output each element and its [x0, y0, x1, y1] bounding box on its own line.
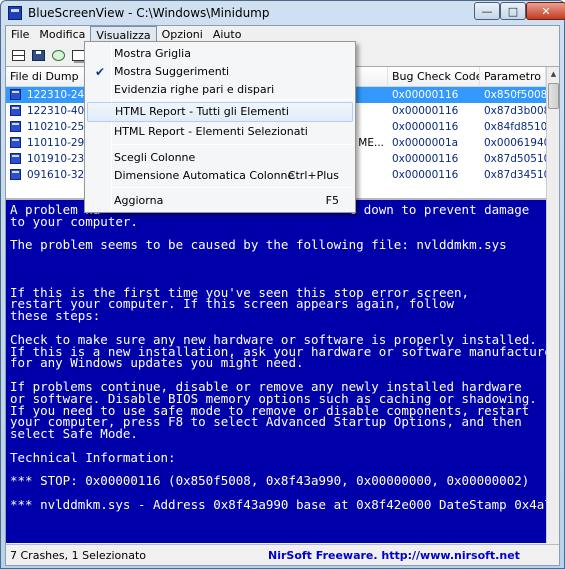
cell-param1: 0x87d34510	[484, 169, 546, 181]
menu-item-evidenzia-righe-pari-e-dispari[interactable]: Evidenzia righe pari e dispari	[87, 80, 353, 100]
dump-file-icon	[10, 89, 21, 100]
status-bar: 7 Crashes, 1 Selezionato NirSoft Freewar…	[6, 544, 559, 565]
dump-file-icon	[10, 137, 21, 148]
preview-scrollbar[interactable]	[546, 198, 559, 543]
close-button[interactable]: ✕	[526, 2, 565, 20]
app-icon	[8, 6, 22, 20]
menu-item-scegli-colonne[interactable]: Scegli Colonne	[87, 148, 353, 168]
visualizza-menu: Mostra Griglia ✔ Mostra Suggerimenti Eviden…	[84, 41, 356, 213]
close-icon: ✕	[541, 4, 551, 18]
cell-param1: 0x850f5008	[480, 87, 546, 103]
menu-separator	[113, 144, 353, 145]
window-title: BlueScreenView - C:\Windows\Minidump	[28, 6, 270, 20]
menu-item-mostra-suggerimenti[interactable]: ✔ Mostra Suggerimenti	[87, 62, 353, 82]
minimize-icon: —	[481, 4, 493, 18]
dump-file-icon	[10, 153, 21, 164]
menu-item-shortcut: F5	[325, 194, 339, 207]
menu-item-shortcut: Ctrl+Plus	[287, 169, 339, 182]
dump-file-icon	[10, 105, 21, 116]
menu-separator	[113, 99, 353, 100]
column-header-bug-check[interactable]: Bug Check Code	[388, 67, 480, 87]
dump-file-icon	[10, 169, 21, 180]
toolbar-save-button[interactable]	[30, 47, 47, 64]
cell-param1: 0x00061940	[484, 137, 546, 149]
app-window: BlueScreenView - C:\Windows\Minidump — □…	[0, 0, 565, 569]
menu-item-label: HTML Report - Elementi Selezionati	[114, 125, 308, 138]
title-bar[interactable]: BlueScreenView - C:\Windows\Minidump — □…	[1, 1, 565, 25]
menu-item-html-report-elementi-selezionati[interactable]: HTML Report - Elementi Selezionati	[87, 122, 353, 142]
menu-file[interactable]: File	[6, 26, 34, 44]
cell-bug-check: 0x00000116	[392, 105, 459, 117]
cell-bug-check: 0x00000116	[392, 121, 459, 133]
menu-item-label: Dimensione Automatica Colonne	[114, 169, 295, 182]
scroll-thumb[interactable]	[548, 83, 559, 109]
save-icon	[32, 49, 45, 61]
menu-item-label: Mostra Griglia	[114, 47, 191, 60]
menu-item-label: Evidenzia righe pari e dispari	[114, 83, 275, 96]
menu-item-dimensione-automatica-colonne[interactable]: Dimensione Automatica Colonne Ctrl+Plus	[87, 166, 353, 186]
bsod-preview-pane: A problem ha t down to prevent damage to…	[6, 198, 559, 543]
refresh-icon	[52, 49, 65, 61]
nirsoft-link[interactable]: NirSoft Freeware. http://www.nirsoft.net	[256, 549, 520, 562]
status-count: 7 Crashes, 1 Selezionato	[10, 548, 147, 562]
menu-item-label: Scegli Colonne	[114, 151, 196, 164]
menu-item-label: HTML Report - Tutti gli Elementi	[115, 105, 289, 118]
menu-item-label: Aggiorna	[114, 194, 164, 207]
minimize-button[interactable]: —	[474, 2, 500, 20]
properties-icon	[12, 49, 25, 61]
menu-item-html-report-tutti-gli-elementi[interactable]: HTML Report - Tutti gli Elementi	[87, 102, 353, 122]
cell-param1: 0x84fd8510	[484, 121, 546, 133]
menu-modifica[interactable]: Modifica	[34, 26, 90, 44]
cell-param1: 0x87d50510	[484, 153, 546, 165]
dump-file-icon	[10, 121, 21, 132]
maximize-icon: □	[507, 4, 519, 18]
menu-item-mostra-griglia[interactable]: Mostra Griglia	[87, 44, 353, 64]
menu-separator	[113, 187, 353, 188]
cell-bug-check: 0x0000001a	[392, 137, 459, 149]
maximize-button[interactable]: □	[500, 2, 526, 20]
cell-param1: 0x87d3b008	[484, 105, 546, 117]
toolbar-refresh-button[interactable]	[50, 47, 67, 64]
list-scrollbar[interactable]: ▲ ▼	[546, 67, 559, 208]
checkmark-icon: ✔	[95, 65, 106, 79]
column-header-param1[interactable]: Parametro 1	[480, 67, 546, 87]
scroll-up-icon[interactable]: ▲	[548, 68, 559, 81]
menu-item-aggiorna[interactable]: Aggiorna F5	[87, 191, 353, 211]
toolbar-properties-button[interactable]	[10, 47, 27, 64]
cell-bug-check: 0x00000116	[392, 153, 459, 165]
cell-bug-check: 0x00000116	[388, 87, 480, 103]
menu-item-label: Mostra Suggerimenti	[114, 65, 230, 78]
cell-bug-check: 0x00000116	[392, 169, 459, 181]
